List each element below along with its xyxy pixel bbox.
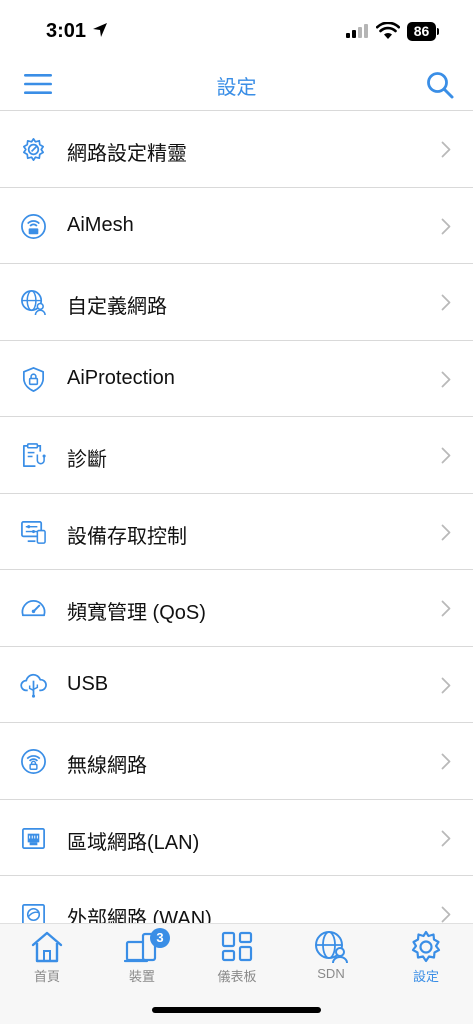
globe-user-icon bbox=[21, 290, 46, 316]
settings-item-diagnostics[interactable]: 診斷 bbox=[0, 417, 473, 494]
devices-count-badge: 3 bbox=[150, 928, 170, 948]
settings-item-label: 外部網路 (WAN) bbox=[67, 908, 212, 923]
clipboard-stethoscope-icon bbox=[22, 443, 46, 467]
chevron-right-icon bbox=[441, 830, 451, 846]
tab-devices[interactable]: 3 裝置 bbox=[102, 928, 182, 986]
tab-dashboard-label: 儀表板 bbox=[217, 969, 257, 984]
settings-item-label: 診斷 bbox=[67, 449, 107, 471]
shield-lock-icon bbox=[22, 366, 45, 392]
cellular-signal-icon bbox=[346, 24, 368, 38]
settings-item-aiprotection[interactable]: AiProtection bbox=[0, 341, 473, 417]
settings-item-lan[interactable]: 區域網路(LAN) bbox=[0, 800, 473, 876]
battery-indicator: 86 bbox=[407, 22, 436, 41]
cloud-usb-icon bbox=[20, 673, 47, 698]
settings-item-label: 區域網路(LAN) bbox=[67, 831, 200, 854]
lan-port-icon bbox=[22, 827, 45, 849]
page-title: 設定 bbox=[216, 77, 257, 99]
wifi-lock-icon bbox=[21, 749, 46, 774]
settings-item-label: 頻寬管理 (QoS) bbox=[67, 602, 206, 624]
settings-list: 網路設定精靈 AiMesh 自定義網路 AiProtection 診斷 設備存取… bbox=[0, 111, 473, 923]
settings-item-custom-network[interactable]: 自定義網路 bbox=[0, 264, 473, 341]
home-icon bbox=[31, 931, 63, 963]
settings-item-wan[interactable]: 外部網路 (WAN) bbox=[0, 876, 473, 923]
wifi-status-icon bbox=[376, 22, 400, 39]
chevron-right-icon bbox=[441, 677, 451, 693]
speedometer-icon bbox=[21, 600, 46, 617]
settings-item-label: 網路設定精靈 bbox=[67, 143, 187, 165]
chevron-right-icon bbox=[441, 447, 451, 464]
settings-item-label: USB bbox=[67, 672, 109, 695]
settings-gear-icon bbox=[411, 930, 441, 963]
tab-sdn[interactable]: SDN bbox=[291, 930, 371, 986]
settings-item-label: 無線網路 bbox=[67, 755, 147, 777]
chevron-right-icon bbox=[441, 294, 451, 311]
dashboard-grid-icon bbox=[221, 931, 253, 962]
home-indicator bbox=[152, 1007, 321, 1013]
settings-item-setup-wizard[interactable]: 網路設定精靈 bbox=[0, 111, 473, 188]
chevron-right-icon bbox=[441, 524, 451, 540]
chevron-right-icon bbox=[441, 218, 451, 234]
tab-sdn-label: SDN bbox=[317, 966, 345, 981]
tab-devices-label: 裝置 bbox=[128, 969, 155, 984]
settings-item-usb[interactable]: USB bbox=[0, 647, 473, 723]
tab-settings[interactable]: 設定 bbox=[386, 930, 466, 986]
search-icon[interactable] bbox=[425, 70, 455, 100]
battery-nub bbox=[437, 28, 439, 35]
tab-settings-label: 設定 bbox=[412, 969, 439, 984]
settings-item-label: AiMesh bbox=[67, 213, 134, 236]
location-arrow-icon bbox=[93, 23, 107, 37]
gear-wand-icon bbox=[22, 138, 45, 161]
chevron-right-icon bbox=[441, 753, 451, 770]
aimesh-router-icon bbox=[21, 213, 46, 239]
tab-home[interactable]: 首頁 bbox=[7, 930, 87, 986]
monitor-device-icon bbox=[21, 520, 46, 544]
tab-dashboard[interactable]: 儀表板 bbox=[197, 930, 277, 986]
navigation-bar: 設定 bbox=[0, 58, 473, 111]
settings-item-wireless[interactable]: 無線網路 bbox=[0, 723, 473, 800]
chevron-right-icon bbox=[441, 371, 451, 387]
status-time: 3:01 bbox=[46, 20, 87, 42]
tab-home-label: 首頁 bbox=[33, 969, 60, 984]
chevron-right-icon bbox=[441, 600, 451, 617]
status-bar: 3:01 86 bbox=[0, 0, 473, 58]
settings-item-label: 自定義網路 bbox=[67, 296, 167, 318]
sdn-globe-user-icon bbox=[315, 931, 348, 964]
settings-item-qos[interactable]: 頻寬管理 (QoS) bbox=[0, 570, 473, 647]
wan-globe-icon bbox=[22, 903, 45, 923]
chevron-right-icon bbox=[441, 906, 451, 923]
settings-item-label: AiProtection bbox=[67, 366, 175, 389]
settings-item-aimesh[interactable]: AiMesh bbox=[0, 188, 473, 264]
settings-item-device-access-control[interactable]: 設備存取控制 bbox=[0, 494, 473, 570]
chevron-right-icon bbox=[441, 141, 451, 158]
settings-item-label: 設備存取控制 bbox=[67, 525, 187, 548]
